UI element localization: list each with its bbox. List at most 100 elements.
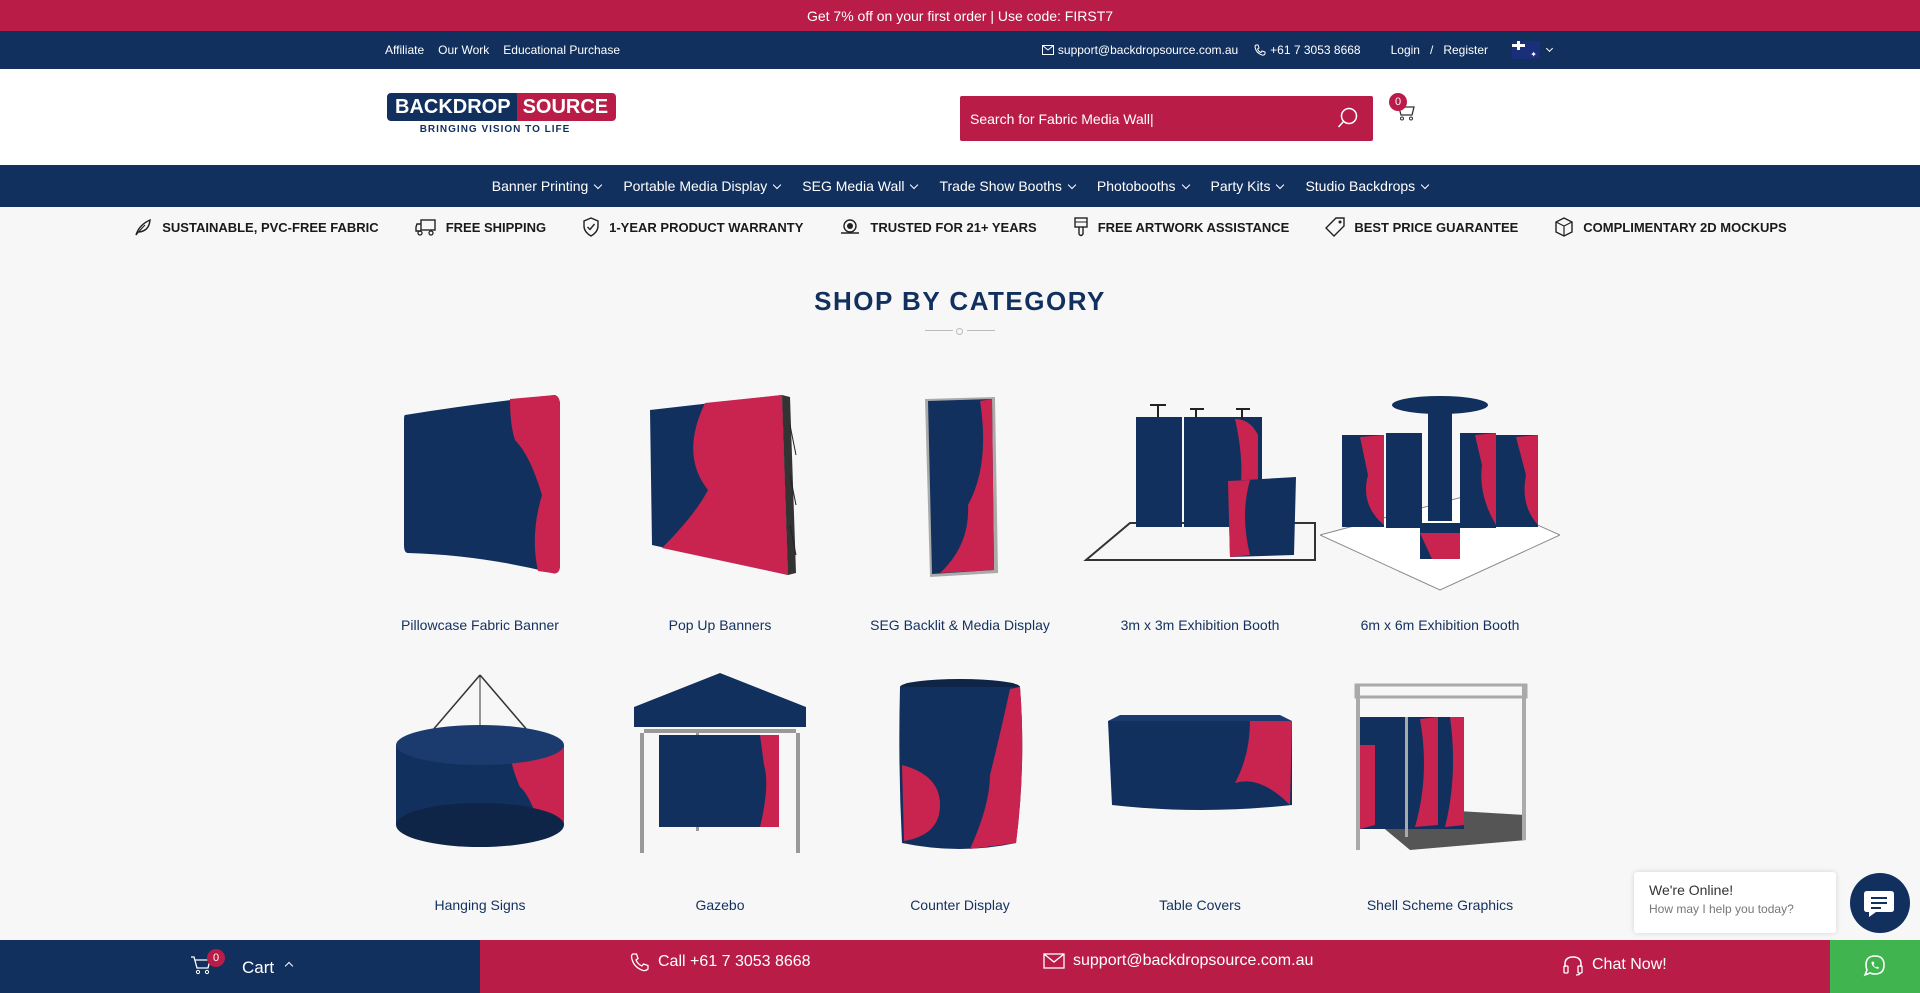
- feature-label: FREE SHIPPING: [445, 219, 547, 235]
- brush-icon: [1073, 217, 1088, 237]
- pillowcase-banner-image: [404, 395, 560, 574]
- nav-studio-backdrops[interactable]: Studio Backdrops: [1294, 178, 1439, 194]
- chevron-down-icon: [1420, 180, 1430, 189]
- bottom-cart-label: Cart: [242, 958, 275, 977]
- nav-label: Portable Media Display: [623, 178, 768, 194]
- feature-trusted: TRUSTED FOR 21+ YEARS: [839, 217, 1037, 237]
- bottom-email-text: support@backdropsource.com.au: [1073, 952, 1314, 969]
- category-label: Pop Up Banners: [668, 617, 772, 633]
- logo-tagline: BRINGING VISION TO LIFE: [419, 124, 571, 135]
- feature-warranty: 1-YEAR PRODUCT WARRANTY: [582, 217, 803, 237]
- booth-6m-image: [1320, 396, 1560, 591]
- nav-label: Trade Show Booths: [939, 178, 1062, 194]
- topbar-phone[interactable]: +61 7 3053 8668: [1254, 43, 1361, 57]
- phone-icon: [1254, 44, 1266, 56]
- category-gazebo[interactable]: Gazebo: [600, 665, 840, 913]
- tag-icon: [1325, 217, 1346, 237]
- affiliate-link[interactable]: Affiliate: [385, 43, 424, 57]
- envelope-icon: [1041, 45, 1054, 55]
- login-separator: /: [1429, 43, 1434, 57]
- category-pillowcase-fabric-banner[interactable]: Pillowcase Fabric Banner: [360, 385, 600, 633]
- bottom-chat-button[interactable]: Chat Now!: [1562, 954, 1667, 976]
- feature-label: BEST PRICE GUARANTEE: [1354, 219, 1519, 235]
- feature-label: TRUSTED FOR 21+ YEARS: [870, 219, 1037, 235]
- chevron-down-icon: [773, 180, 782, 189]
- chevron-down-icon: [1276, 180, 1285, 189]
- feature-label: 1-YEAR PRODUCT WARRANTY: [609, 219, 804, 235]
- nav-trade-show-booths[interactable]: Trade Show Booths: [928, 178, 1085, 194]
- whatsapp-button[interactable]: [1830, 940, 1920, 993]
- search-icon[interactable]: [1337, 107, 1359, 129]
- category-3m-booth[interactable]: 3m x 3m Exhibition Booth: [1080, 385, 1320, 633]
- nav-portable-media-display[interactable]: Portable Media Display: [612, 178, 791, 194]
- counter-display-image: [899, 679, 1023, 849]
- category-label: Counter Display: [910, 897, 1010, 913]
- bottom-cart-count: 0: [207, 949, 225, 967]
- our-work-link[interactable]: Our Work: [438, 43, 489, 57]
- chat-launcher-button[interactable]: [1850, 873, 1910, 933]
- nav-photobooths[interactable]: Photobooths: [1086, 178, 1200, 194]
- bottom-call-text: Call +61 7 3053 8668: [658, 953, 811, 970]
- category-seg-backlit[interactable]: SEG Backlit & Media Display: [840, 385, 1080, 633]
- category-6m-booth[interactable]: 6m x 6m Exhibition Booth: [1320, 385, 1560, 633]
- nav-label: Banner Printing: [491, 178, 589, 194]
- category-shell-scheme[interactable]: Shell Scheme Graphics: [1320, 665, 1560, 913]
- truck-icon: [414, 219, 436, 236]
- category-label: Shell Scheme Graphics: [1366, 897, 1514, 913]
- nav-label: Party Kits: [1210, 178, 1271, 194]
- bottom-cart-button[interactable]: 0 Cart: [0, 940, 480, 993]
- chat-icon: [1864, 891, 1894, 917]
- category-table-covers[interactable]: Table Covers: [1080, 665, 1320, 913]
- feature-mockups: COMPLIMENTARY 2D MOCKUPS: [1554, 217, 1787, 237]
- bottom-call-button[interactable]: Call +61 7 3053 8668: [630, 952, 811, 972]
- section-divider: [925, 328, 995, 335]
- topbar-email[interactable]: support@backdropsource.com.au: [1041, 43, 1238, 57]
- bottom-chat-text: Chat Now!: [1592, 956, 1667, 973]
- australia-flag-icon: [1512, 41, 1540, 59]
- site-header: BACKDROP SOURCE BRINGING VISION TO LIFE …: [0, 69, 1920, 165]
- nav-banner-printing[interactable]: Banner Printing: [481, 178, 613, 194]
- login-link[interactable]: Login: [1391, 43, 1420, 57]
- category-counter-display[interactable]: Counter Display: [840, 665, 1080, 913]
- shell-scheme-image: [1354, 683, 1528, 850]
- register-link[interactable]: Register: [1443, 43, 1488, 57]
- chevron-down-icon: [1181, 180, 1190, 189]
- nav-party-kits[interactable]: Party Kits: [1200, 178, 1295, 194]
- chevron-down-icon: [1545, 44, 1554, 53]
- promo-text: Get 7% off on your first order | Use cod…: [806, 7, 1114, 24]
- features-strip: SUSTAINABLE, PVC-FREE FABRIC FREE SHIPPI…: [0, 207, 1920, 247]
- award-icon: [841, 219, 860, 234]
- nav-label: Studio Backdrops: [1305, 178, 1416, 194]
- gazebo-image: [634, 673, 806, 853]
- search-input[interactable]: [970, 96, 1310, 141]
- bottom-contact-bar: Call +61 7 3053 8668 support@backdropsou…: [480, 940, 1830, 993]
- category-hanging-signs[interactable]: Hanging Signs: [360, 665, 600, 913]
- feature-artwork: FREE ARTWORK ASSISTANCE: [1073, 217, 1289, 237]
- category-pop-up-banners[interactable]: Pop Up Banners: [600, 385, 840, 633]
- feature-label: COMPLIMENTARY 2D MOCKUPS: [1583, 219, 1787, 235]
- country-selector[interactable]: [1498, 41, 1554, 59]
- top-bar: Affiliate Our Work Educational Purchase …: [0, 31, 1920, 69]
- site-logo[interactable]: BACKDROP SOURCE BRINGING VISION TO LIFE: [387, 93, 617, 139]
- category-label: Table Covers: [1159, 897, 1241, 913]
- chevron-up-icon: [284, 961, 294, 971]
- table-cover-image: [1108, 715, 1292, 810]
- phone-icon: [630, 953, 649, 972]
- nav-label: Photobooths: [1096, 178, 1176, 194]
- popup-banner-image: [650, 395, 797, 575]
- logo-right-text: SOURCE: [516, 93, 617, 121]
- nav-seg-media-wall[interactable]: SEG Media Wall: [791, 178, 928, 194]
- feature-label: SUSTAINABLE, PVC-FREE FABRIC: [162, 219, 379, 235]
- topbar-phone-text: +61 7 3053 8668: [1270, 43, 1361, 57]
- bottom-email-button[interactable]: support@backdropsource.com.au: [1043, 952, 1313, 970]
- chevron-down-icon: [594, 180, 603, 189]
- seg-backlit-image: [925, 397, 998, 577]
- educational-purchase-link[interactable]: Educational Purchase: [503, 43, 620, 57]
- category-label: Pillowcase Fabric Banner: [401, 617, 559, 633]
- chevron-down-icon: [1067, 180, 1077, 189]
- cube-icon: [1555, 217, 1573, 237]
- header-cart[interactable]: 0: [1389, 93, 1419, 123]
- nav-label: SEG Media Wall: [802, 178, 905, 194]
- chat-greeting-bubble[interactable]: We're Online! How may I help you today?: [1634, 872, 1836, 933]
- feature-best-price: BEST PRICE GUARANTEE: [1325, 217, 1518, 237]
